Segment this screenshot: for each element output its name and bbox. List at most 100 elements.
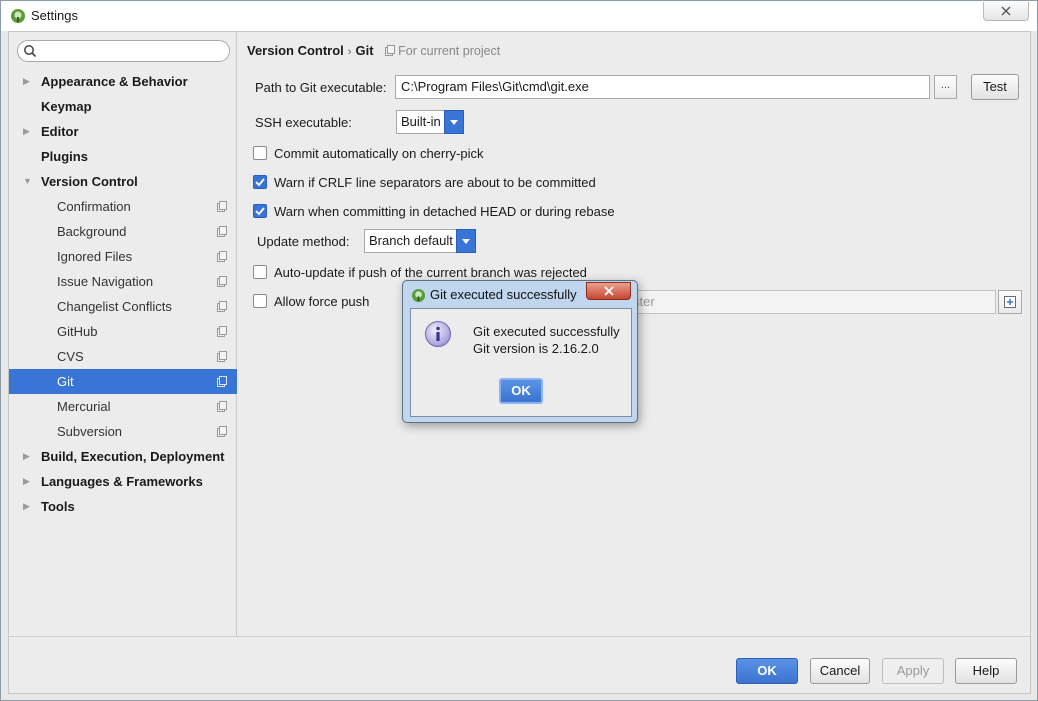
auto-update-checkbox[interactable]: [253, 265, 267, 279]
detached-head-checkbox[interactable]: [253, 204, 267, 218]
scope-label: For current project: [398, 44, 501, 58]
sidebar-item-label: Changelist Conflicts: [57, 299, 172, 314]
sidebar-item-label: Ignored Files: [57, 249, 133, 264]
browse-button[interactable]: ...: [934, 75, 957, 99]
project-scope-icon: [217, 276, 227, 287]
sidebar-item-git[interactable]: Git: [9, 369, 237, 394]
sidebar-item-background[interactable]: Background: [9, 219, 237, 244]
project-scope-icon: [217, 201, 227, 212]
sidebar-item-label: Issue Navigation: [57, 274, 154, 289]
dialog-close-button[interactable]: [586, 282, 631, 300]
project-scope-icon: [217, 226, 227, 237]
chevron-right-icon[interactable]: ▶: [23, 119, 33, 144]
update-method-dropdown-toggle[interactable]: [456, 229, 476, 253]
protected-branches-button[interactable]: [998, 290, 1022, 314]
edit-list-icon: [1004, 296, 1016, 308]
cherry-pick-option[interactable]: Commit automatically on cherry-pick: [253, 144, 484, 162]
sidebar-item-label: Background: [57, 224, 127, 239]
chevron-right-icon[interactable]: ▶: [23, 444, 33, 469]
cancel-button[interactable]: Cancel: [810, 658, 870, 684]
sidebar-item-editor[interactable]: ▶ Editor: [9, 119, 237, 144]
window-title: Settings: [31, 8, 78, 23]
android-studio-icon: [11, 9, 25, 23]
sidebar-item-keymap[interactable]: Keymap: [9, 94, 237, 119]
sidebar-item-label: Git: [57, 374, 74, 389]
dialog-message-line2: Git version is 2.16.2.0: [473, 341, 599, 356]
project-scope-icon: [217, 376, 227, 387]
force-push-option[interactable]: Allow force push: [253, 292, 369, 310]
sidebar-item-version-control[interactable]: ▼ Version Control: [9, 169, 237, 194]
update-method-select[interactable]: Branch default: [364, 229, 476, 253]
update-method-label: Update method:: [257, 234, 350, 249]
sidebar-item-label: Keymap: [41, 99, 92, 114]
sidebar-item-subversion[interactable]: Subversion: [9, 419, 237, 444]
sidebar-item-label: CVS: [57, 349, 84, 364]
title-bar: Settings: [1, 1, 1037, 31]
crlf-label: Warn if CRLF line separators are about t…: [274, 174, 596, 190]
crlf-checkbox[interactable]: [253, 175, 267, 189]
breadcrumb-current: Git: [355, 43, 374, 58]
dialog-footer: OK Cancel Apply Help: [9, 636, 1030, 693]
chevron-down-icon: [462, 238, 470, 244]
window-close-button[interactable]: [983, 2, 1029, 21]
search-icon: [24, 45, 37, 58]
apply-button[interactable]: Apply: [882, 658, 944, 684]
auto-update-option[interactable]: Auto-update if push of the current branc…: [253, 263, 587, 281]
project-scope-icon: [385, 45, 396, 56]
cherry-pick-checkbox[interactable]: [253, 146, 267, 160]
sidebar-item-label: Languages & Frameworks: [41, 474, 203, 489]
sidebar-item-confirmation[interactable]: Confirmation: [9, 194, 237, 219]
git-path-input[interactable]: C:\Program Files\Git\cmd\git.exe: [395, 75, 930, 99]
settings-tree: ▶ Appearance & Behavior Keymap ▶ Editor Plugi…: [9, 69, 237, 519]
chevron-down-icon[interactable]: ▼: [23, 169, 33, 194]
project-scope-icon: [217, 251, 227, 262]
android-studio-icon: [411, 288, 426, 303]
breadcrumb: Version Control › Git For current project: [247, 43, 500, 58]
dialog-ok-button[interactable]: OK: [499, 378, 543, 404]
sidebar-item-ignored-files[interactable]: Ignored Files: [9, 244, 237, 269]
sidebar-item-label: Editor: [41, 124, 79, 139]
sidebar-item-label: Build, Execution, Deployment: [41, 449, 225, 464]
sidebar-item-plugins[interactable]: Plugins: [9, 144, 237, 169]
search-input[interactable]: [40, 43, 225, 59]
test-button[interactable]: Test: [971, 74, 1019, 100]
protected-branches-input: ster: [626, 290, 996, 314]
sidebar-item-label: Tools: [41, 499, 75, 514]
checkmark-icon: [255, 207, 265, 216]
close-icon: [1001, 6, 1011, 16]
help-button[interactable]: Help: [955, 658, 1017, 684]
sidebar-item-build-execution-deployment[interactable]: ▶ Build, Execution, Deployment: [9, 444, 237, 469]
sidebar-item-changelist-conflicts[interactable]: Changelist Conflicts: [9, 294, 237, 319]
sidebar-item-mercurial[interactable]: Mercurial: [9, 394, 237, 419]
dialog-message: Git executed successfully Git version is…: [473, 323, 620, 357]
project-scope-icon: [217, 326, 227, 337]
ssh-executable-select[interactable]: Built-in: [396, 110, 464, 134]
settings-sidebar: ▶ Appearance & Behavior Keymap ▶ Editor Plugi…: [9, 32, 237, 636]
dialog-title: Git executed successfully: [430, 287, 577, 302]
ok-button[interactable]: OK: [736, 658, 798, 684]
chevron-right-icon[interactable]: ▶: [23, 69, 33, 94]
auto-update-label: Auto-update if push of the current branc…: [274, 264, 587, 280]
sidebar-item-github[interactable]: GitHub: [9, 319, 237, 344]
breadcrumb-parent[interactable]: Version Control: [247, 43, 344, 58]
ssh-dropdown-toggle[interactable]: [444, 110, 464, 134]
close-icon: [603, 286, 614, 296]
chevron-right-icon[interactable]: ▶: [23, 494, 33, 519]
settings-search[interactable]: [17, 40, 230, 62]
git-success-dialog: Git executed successfully Git executed s…: [402, 280, 638, 423]
sidebar-item-tools[interactable]: ▶ Tools: [9, 494, 237, 519]
sidebar-item-languages-frameworks[interactable]: ▶ Languages & Frameworks: [9, 469, 237, 494]
checkmark-icon: [255, 178, 265, 187]
force-push-checkbox[interactable]: [253, 294, 267, 308]
project-scope-icon: [217, 426, 227, 437]
sidebar-item-cvs[interactable]: CVS: [9, 344, 237, 369]
sidebar-item-issue-navigation[interactable]: Issue Navigation: [9, 269, 237, 294]
sidebar-item-label: Subversion: [57, 424, 123, 439]
crlf-option[interactable]: Warn if CRLF line separators are about t…: [253, 173, 596, 191]
detached-head-option[interactable]: Warn when committing in detached HEAD or…: [253, 202, 615, 220]
chevron-right-icon[interactable]: ▶: [23, 469, 33, 494]
scope-hint: For current project: [385, 44, 500, 58]
project-scope-icon: [217, 301, 227, 312]
sidebar-item-appearance-behavior[interactable]: ▶ Appearance & Behavior: [9, 69, 237, 94]
update-method-value: Branch default: [369, 233, 453, 248]
